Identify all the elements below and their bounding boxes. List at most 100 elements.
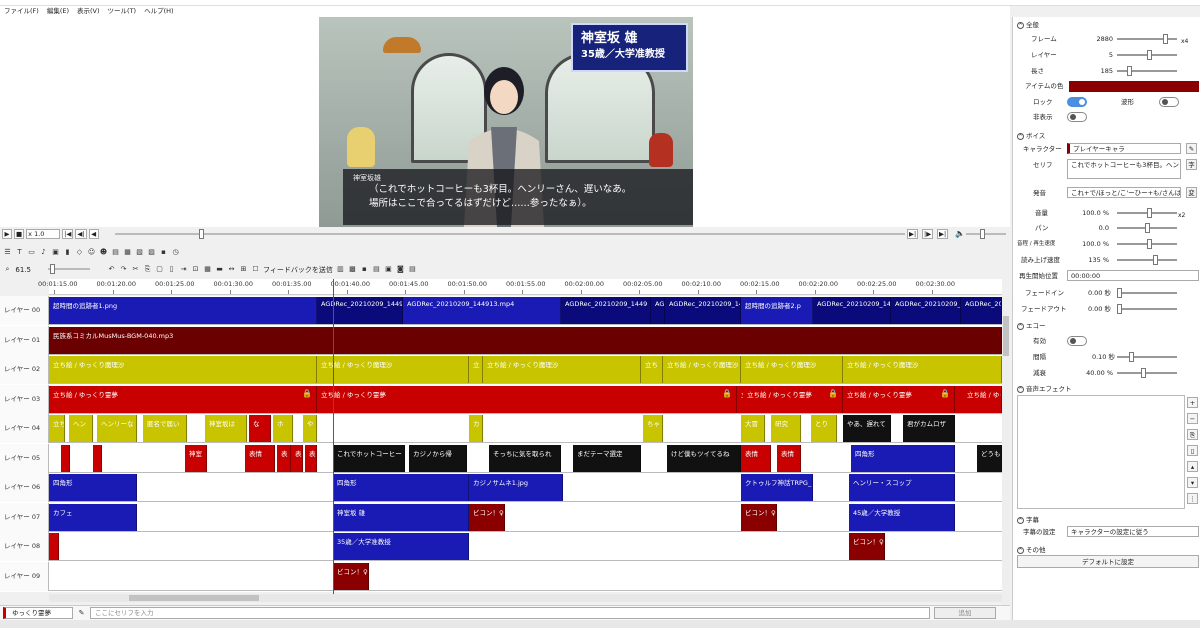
- timeline-clip[interactable]: ヘンリーな: [97, 415, 137, 442]
- effect-menu-button[interactable]: ⋮: [1187, 493, 1198, 504]
- layer-name[interactable]: レイヤー 00: [0, 296, 49, 325]
- fadeout-slider[interactable]: [1117, 304, 1177, 314]
- timeline-clip[interactable]: 立ち絵 / ゆっくり魔理沙: [317, 356, 469, 383]
- layer-row[interactable]: レイヤー 07 カフェ 神室坂 雄ビコン！♀ ビコン！♀ 45歳／大学教授: [0, 502, 1002, 532]
- shape-icon[interactable]: ◇: [75, 248, 84, 257]
- effect-icon[interactable]: ▦: [123, 248, 132, 257]
- pan-slider[interactable]: [1117, 223, 1177, 233]
- timeline-clip[interactable]: ビコン！♀: [741, 503, 777, 531]
- render-icon[interactable]: ▣: [384, 265, 393, 274]
- timeline-clip[interactable]: 表情: [741, 444, 771, 472]
- timeline-hscrollbar[interactable]: [49, 594, 1002, 602]
- timeline-clip[interactable]: 君がカムロザ: [903, 415, 955, 442]
- timeline-clip[interactable]: 立ち絵 / ゆっくり魔理沙: [663, 356, 741, 383]
- layer-row[interactable]: レイヤー 00 超時間の追跡者1.png AGDRec_20210209_1449 A…: [0, 296, 1002, 325]
- timeline-clip[interactable]: 神室坂は: [205, 415, 247, 442]
- layer-row[interactable]: レイヤー 02 立ち絵 / ゆっくり魔理沙 立ち絵 / ゆっくり魔理沙立立ち絵 / …: [0, 355, 1002, 384]
- delete-icon[interactable]: ▯: [167, 265, 176, 274]
- prev-frame-button[interactable]: ◀|: [75, 229, 87, 239]
- timeline-clip[interactable]: そっちに気を取られ: [489, 444, 561, 472]
- menu-file[interactable]: ファイル(F): [4, 6, 39, 17]
- volume-slider[interactable]: [966, 229, 1006, 239]
- timeline-clip[interactable]: AGDRec_20: [961, 297, 1002, 324]
- layer-row[interactable]: レイヤー 05 神室 表情表表表これでホットコーヒー カジノから帰 そっちに気を取られま…: [0, 443, 1002, 473]
- play-button[interactable]: ▶: [2, 229, 12, 239]
- timeline-clip[interactable]: 立ち: [641, 356, 663, 383]
- timeline-clip[interactable]: ちゃ: [643, 415, 663, 442]
- timeline-vscrollbar[interactable]: [1002, 296, 1010, 606]
- timeline-clip[interactable]: 立ち絵 / ゆっくり魔理沙: [741, 356, 843, 383]
- save-file-icon[interactable]: ▪: [360, 265, 369, 274]
- face-icon[interactable]: ☻: [99, 248, 108, 257]
- timeline-clip[interactable]: [61, 444, 70, 472]
- cut-icon[interactable]: ✂: [131, 265, 140, 274]
- timeline-ruler[interactable]: 00:01:15.00 00:01:20.00 00:01:25.00 00:01:3…: [38, 279, 1002, 295]
- timeline-clip[interactable]: AGDRec_20210209_144913.mp4: [403, 297, 561, 324]
- timeline-clip[interactable]: 超時間の追跡者2.p: [741, 297, 813, 324]
- speed-slider[interactable]: [1117, 255, 1177, 265]
- echo-interval-value[interactable]: 0.10 秒: [1075, 351, 1115, 363]
- move-up-effect-button[interactable]: ▴: [1187, 461, 1198, 472]
- timeline-clip[interactable]: 超時間の追跡者1.png: [49, 297, 317, 324]
- timeline-clip[interactable]: 表情: [777, 444, 801, 472]
- item-color-swatch[interactable]: [1069, 81, 1199, 92]
- timeline-clip[interactable]: AGDRec_20210209_14: [665, 297, 741, 324]
- export-icon[interactable]: ▤: [372, 265, 381, 274]
- volume-icon[interactable]: 🔈: [955, 229, 965, 238]
- section-other[interactable]: ^ その他: [1017, 544, 1046, 554]
- timeline-clip[interactable]: やあ、遅れて: [843, 415, 891, 442]
- character-edit-icon[interactable]: ✎: [1186, 143, 1197, 154]
- layer-row[interactable]: レイヤー 09 ビコン！♀: [0, 561, 1002, 591]
- next-item-button[interactable]: ▶|: [907, 229, 919, 239]
- layer-row[interactable]: レイヤー 01 民族系コミカルMusMus-BGM-040.mp3: [0, 325, 1002, 355]
- audio-effect-list[interactable]: [1017, 395, 1185, 509]
- volume-thumb[interactable]: [980, 229, 985, 239]
- serif-textbox[interactable]: これでホットコーヒーも3杯目。ヘンリーさ: [1067, 159, 1181, 179]
- line-input[interactable]: ここにセリフを入力: [90, 607, 930, 619]
- timeline-clip[interactable]: カジノから帰: [409, 444, 467, 472]
- pan-value[interactable]: 0.0: [1069, 222, 1109, 234]
- hscroll-thumb[interactable]: [129, 595, 259, 601]
- default-button[interactable]: デフォルトに設定: [1017, 555, 1199, 568]
- timeline-clip[interactable]: カフェ: [49, 503, 137, 531]
- pitch-slider[interactable]: [1117, 239, 1177, 249]
- timeline-clip[interactable]: 表情: [245, 444, 275, 472]
- go-start-button[interactable]: |◀: [62, 229, 74, 239]
- pitch-value[interactable]: 100.0 %: [1069, 238, 1109, 250]
- section-audio-effect[interactable]: ^ 音声エフェクト: [1017, 383, 1072, 393]
- section-voice[interactable]: ^ ボイス: [1017, 130, 1045, 140]
- timeline-clip[interactable]: な: [249, 415, 271, 442]
- character-dropdown[interactable]: プレイヤーキャラ: [1067, 143, 1181, 154]
- character-select[interactable]: ゆっくり霊夢: [3, 607, 73, 619]
- timeline-clip[interactable]: 45歳／大学教授: [849, 503, 955, 531]
- settings-icon[interactable]: ▤: [408, 265, 417, 274]
- prev-item-button[interactable]: ◀: [88, 229, 99, 239]
- timeline-clip[interactable]: 立ち絵 / ゆっくり魔理沙: [843, 356, 1002, 383]
- timeline-clip[interactable]: 35歳／大学准教授: [333, 533, 469, 560]
- timeline-clip[interactable]: 四角形: [333, 474, 469, 501]
- timeline-clip[interactable]: 四角形: [851, 444, 955, 472]
- bar-icon[interactable]: ▮: [63, 248, 72, 257]
- copy-icon[interactable]: ⎘: [143, 265, 152, 274]
- layer-value[interactable]: 5: [1083, 49, 1113, 61]
- layer-name[interactable]: レイヤー 03: [0, 384, 49, 414]
- volume-slider-prop[interactable]: [1117, 208, 1177, 218]
- section-subtitle[interactable]: ^ 字幕: [1017, 514, 1039, 524]
- length-value[interactable]: 185: [1083, 65, 1113, 77]
- layer-name[interactable]: レイヤー 07: [0, 502, 49, 532]
- timeline-clip[interactable]: けど僕もツイてるね: [667, 444, 741, 472]
- timeline-clip[interactable]: 立: [469, 356, 483, 383]
- layer-slider[interactable]: [1117, 50, 1177, 60]
- timeline-clip[interactable]: 立ち絵 / ゆっくり霊夢 🔒: [49, 385, 317, 413]
- timeline-clip[interactable]: とり: [811, 415, 837, 442]
- timeline-clip[interactable]: 立ち絵 / ゆっくり魔理沙: [483, 356, 641, 383]
- group-icon[interactable]: ▧: [135, 248, 144, 257]
- timeline-clip[interactable]: AGDR: [651, 297, 665, 324]
- layer-name[interactable]: レイヤー 08: [0, 532, 49, 561]
- timeline-clip[interactable]: [49, 533, 59, 560]
- frame-slider[interactable]: [1117, 34, 1177, 44]
- timeline-clip[interactable]: 立ち絵 / ゆっくり霊夢 🔒: [843, 385, 955, 413]
- layer-name[interactable]: レイヤー 09: [0, 561, 49, 591]
- timeline-clip[interactable]: 立ち絵 / ゆっくり魔理沙: [49, 356, 317, 383]
- layer-name[interactable]: レイヤー 01: [0, 325, 49, 355]
